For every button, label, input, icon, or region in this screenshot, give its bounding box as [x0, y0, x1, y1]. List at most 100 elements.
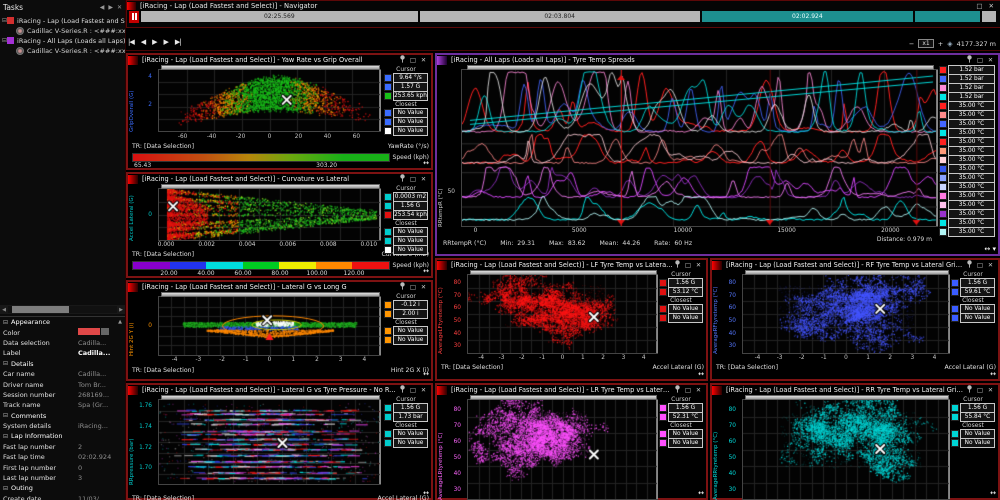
property-row[interactable]: Fast lap time 02:02.924 [0, 452, 125, 462]
property-row[interactable]: System details iRacing... [0, 421, 125, 431]
color-swatch[interactable] [78, 328, 100, 335]
chart-canvas-spread[interactable] [462, 70, 937, 226]
property-group[interactable]: ⊟ Details [0, 359, 125, 369]
maximize-icon[interactable]: □ [410, 57, 416, 64]
panel-titlebar[interactable]: [iRacing - Lap (Load Fastest and Select)… [437, 385, 706, 395]
property-value[interactable]: 2 [78, 443, 122, 451]
collapse-icon[interactable]: ⊟ [3, 433, 8, 440]
close-icon[interactable]: ✕ [421, 57, 426, 64]
property-value[interactable]: 02:02.924 [78, 453, 122, 461]
property-row[interactable]: Track name Spa (Gr... [0, 400, 125, 410]
close-icon[interactable]: ✕ [421, 284, 426, 291]
close-icon[interactable]: ✕ [988, 262, 993, 269]
property-value[interactable]: 11/03/... [78, 495, 122, 500]
chart-canvas-rf[interactable] [743, 275, 949, 353]
zoom-out-button[interactable]: − [909, 40, 914, 48]
timeline-segment[interactable]: 02:25.569 [141, 11, 418, 22]
property-value[interactable]: Cadilla... [78, 349, 122, 357]
chart-plot-area[interactable] [158, 399, 381, 485]
resize-handle-icon[interactable]: ↔ [698, 490, 704, 497]
timeline-segment[interactable] [982, 11, 996, 22]
chart-plot-area[interactable] [158, 296, 381, 356]
skip-end-button[interactable]: ▶| [175, 38, 181, 46]
panel-titlebar[interactable]: [iRacing - Lap (Load Fastest and Select)… [128, 55, 431, 65]
close-icon[interactable]: ✕ [696, 387, 701, 394]
pin-icon[interactable] [400, 282, 405, 292]
maximize-icon[interactable]: □ [976, 2, 982, 10]
property-group[interactable]: ⊟ Comments [0, 411, 125, 421]
pin-icon[interactable] [675, 260, 680, 270]
property-value[interactable]: 3 [78, 474, 122, 482]
property-value[interactable]: Cadilla... [78, 370, 122, 378]
task-tree-item[interactable]: ⊟ iRacing - All Laps (Loads all Laps) [2, 36, 125, 45]
resize-handle-icon[interactable]: ↔ [990, 371, 996, 378]
property-row[interactable]: Last lap number 3 [0, 473, 125, 483]
color-dropdown[interactable] [101, 328, 109, 335]
step-back-button[interactable]: ◀ [141, 38, 145, 46]
maximize-icon[interactable]: □ [410, 284, 416, 291]
collapse-icon[interactable]: ⊟ [3, 412, 8, 419]
task-tree-child[interactable]: Cadillac V-Series.R : <###:xxx( [16, 46, 125, 55]
resize-handle-icon[interactable]: ↔ [423, 160, 429, 167]
collapse-icon[interactable]: ⊟ [3, 485, 8, 492]
property-color-value[interactable] [78, 328, 122, 337]
chart-plot-area[interactable] [467, 274, 658, 354]
maximize-icon[interactable]: □ [977, 262, 983, 269]
resize-handle-icon[interactable]: ↔ [423, 371, 429, 378]
pause-button[interactable] [129, 11, 139, 23]
resize-handle-icon[interactable]: ↔ [423, 490, 429, 497]
property-value[interactable]: 268169... [78, 391, 122, 399]
task-tree-child[interactable]: Cadillac V-Series.R : <###:xxx( [16, 26, 125, 35]
maximize-icon[interactable]: □ [977, 387, 983, 394]
scrollbar-track[interactable] [8, 306, 117, 313]
close-icon[interactable]: ✕ [696, 262, 701, 269]
panel-titlebar[interactable]: [iRacing - Lap (Load Fastest and Select)… [437, 260, 706, 270]
tasks-prev-icon[interactable]: ◀ [100, 4, 105, 11]
panel-titlebar[interactable]: [iRacing - Lap (Load Fastest and Select)… [128, 174, 431, 184]
property-row[interactable]: Color [0, 327, 125, 337]
play-button[interactable]: ▶ [152, 38, 156, 46]
scroll-left-icon[interactable]: ◀ [0, 307, 8, 313]
panel-titlebar[interactable]: [iRacing - Lap (Load Fastest and Select)… [712, 260, 998, 270]
property-value[interactable]: Spa (Gr... [78, 401, 122, 409]
maximize-icon[interactable]: □ [410, 387, 416, 394]
property-row[interactable]: Car name Cadilla... [0, 369, 125, 379]
resize-handle-icon[interactable]: ↔ [423, 268, 429, 275]
property-group[interactable]: ⊟ Outing [0, 483, 125, 493]
step-forward-button[interactable]: ▶ [164, 38, 168, 46]
scrollbar-thumb[interactable] [12, 306, 69, 313]
scroll-right-icon[interactable]: ▶ [117, 307, 125, 313]
scroll-up-icon[interactable]: ▲ [118, 319, 122, 325]
collapse-icon[interactable]: ⊟ [3, 319, 8, 326]
collapse-icon[interactable]: ⊟ [3, 360, 8, 367]
property-group[interactable]: ⊟ Appearance▲ [0, 317, 125, 327]
navigator-titlebar[interactable]: [iRacing - Lap (Load Fastest and Select)… [127, 1, 1000, 10]
property-row[interactable]: Label Cadilla... [0, 348, 125, 358]
property-value[interactable]: Cadilla... [78, 339, 122, 347]
timeline-segment[interactable]: 02:02.924 [702, 11, 913, 22]
chart-canvas-curv[interactable] [159, 189, 380, 240]
property-row[interactable]: Create date 11/03/... [0, 494, 125, 500]
zoom-level[interactable]: x1 [918, 39, 933, 48]
property-row[interactable]: Session number 268169... [0, 390, 125, 400]
close-icon[interactable]: ✕ [988, 57, 993, 64]
property-row[interactable]: Driver name Tom Br... [0, 379, 125, 389]
property-value[interactable]: 0 [78, 464, 122, 472]
sidebar-scrollbar[interactable]: ◀ ▶ [0, 305, 125, 314]
panel-titlebar[interactable]: [iRacing - All Laps (Loads all Laps)] - … [437, 55, 998, 65]
property-value[interactable]: iRacing... [78, 422, 122, 430]
timeline-segment[interactable]: 02:03.804 [420, 11, 700, 22]
navigator-timeline[interactable]: 02:25.56902:03.80402:02.924 [127, 10, 1000, 23]
tasks-next-icon[interactable]: ▶ [108, 4, 113, 11]
close-icon[interactable]: ✕ [988, 387, 993, 394]
skip-start-button[interactable]: |◀ [128, 38, 134, 46]
chart-plot-area[interactable] [158, 188, 381, 241]
timeline-segment[interactable] [915, 11, 980, 22]
chart-canvas-press[interactable] [159, 400, 380, 484]
pin-icon[interactable] [400, 385, 405, 395]
navigate-icon[interactable]: ◈ [947, 40, 952, 48]
tasks-close-icon[interactable]: ✕ [117, 4, 122, 11]
zoom-in-button[interactable]: + [938, 40, 943, 48]
pin-icon[interactable] [400, 55, 405, 65]
property-group[interactable]: ⊟ Lap Information [0, 431, 125, 441]
